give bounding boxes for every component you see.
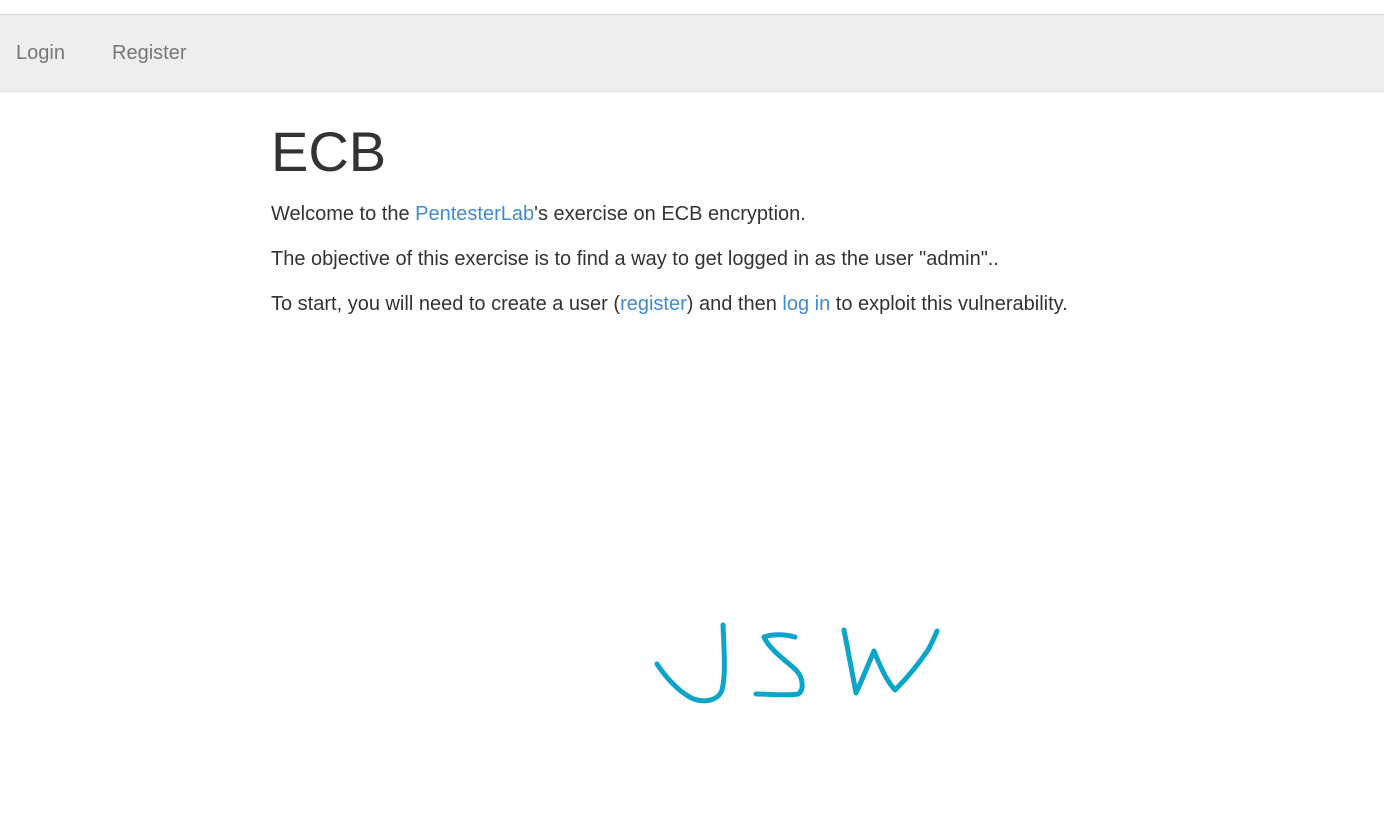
welcome-prefix: Welcome to the <box>271 203 416 225</box>
start-paragraph: To start, you will need to create a user… <box>271 290 1068 318</box>
handwritten-signature <box>654 622 940 704</box>
welcome-suffix: 's exercise on ECB encryption. <box>534 203 806 225</box>
nav-login-link[interactable]: Login <box>16 15 65 91</box>
start-middle: ) and then <box>686 293 783 315</box>
welcome-paragraph: Welcome to the PentesterLab's exercise o… <box>271 200 806 228</box>
signature-stroke-j <box>654 622 727 704</box>
objective-paragraph: The objective of this exercise is to fin… <box>271 248 999 270</box>
start-prefix: To start, you will need to create a user… <box>271 293 621 315</box>
pentesterlab-link[interactable]: PentesterLab <box>415 203 534 225</box>
register-link[interactable]: register <box>620 293 687 315</box>
navbar: Login Register <box>0 15 1384 92</box>
signature-stroke-w <box>841 627 940 696</box>
signature-stroke-s <box>753 632 805 698</box>
nav-register-link[interactable]: Register <box>112 15 186 91</box>
login-link[interactable]: log in <box>782 293 830 315</box>
page-title: ECB <box>271 120 387 183</box>
start-suffix: to exploit this vulnerability. <box>830 293 1068 315</box>
